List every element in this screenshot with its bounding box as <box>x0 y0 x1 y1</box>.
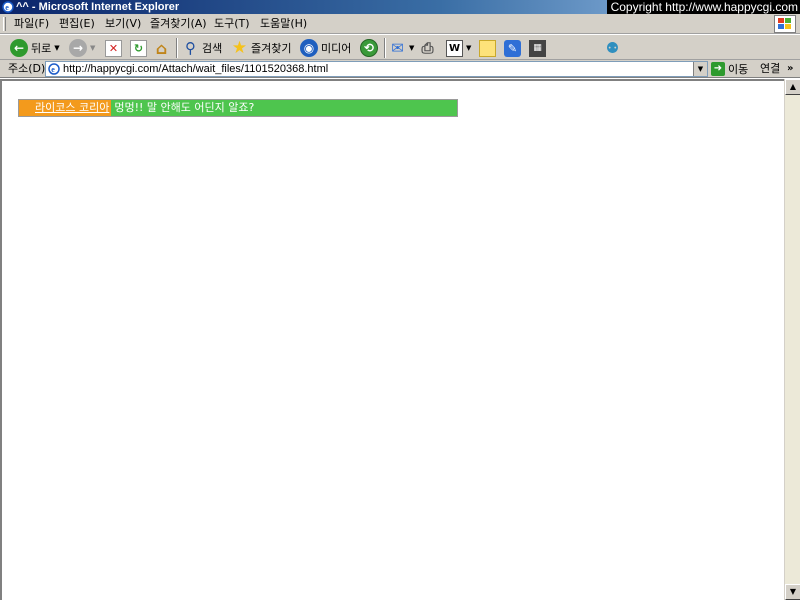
home-icon: ⌂ <box>155 38 168 58</box>
stop-icon: ✕ <box>105 39 122 57</box>
menu-favorites[interactable]: 즐겨찾기(A) <box>147 16 210 32</box>
copyright-overlay: Copyright http://www.happycgi.com <box>606 0 800 14</box>
address-dropdown-icon[interactable]: ▼ <box>693 62 707 76</box>
windows-logo-icon <box>774 15 796 33</box>
search-icon: ⚲ <box>185 39 196 57</box>
svg-text:e: e <box>5 3 9 12</box>
history-button[interactable]: ⟲ <box>360 37 378 59</box>
refresh-button[interactable]: ↻ <box>130 37 147 59</box>
links-more-icon[interactable]: » <box>787 61 793 77</box>
address-url[interactable]: http://happycgi.com/Attach/wait_files/11… <box>63 62 328 76</box>
media-button[interactable]: ◉ 미디어 <box>300 37 351 59</box>
menu-edit[interactable]: 편집(E) <box>56 16 98 32</box>
media-icon: ◉ <box>300 39 318 57</box>
note-icon <box>479 39 496 57</box>
favorites-label: 즐겨찾기 <box>251 42 292 55</box>
window-title: ^^ - Microsoft Internet Explorer <box>16 1 180 13</box>
scroll-down-icon[interactable]: ▼ <box>785 584 800 600</box>
search-label: 검색 <box>202 42 223 55</box>
standard-toolbar: ← 뒤로 ▼ → ▼ ✕ ↻ ⌂ ⚲ 검색 ★ 즐겨찾기 ◉ 미디어 ⟲ ✉ ▼… <box>0 34 800 60</box>
edit-dropdown-icon[interactable]: ▼ <box>466 44 471 52</box>
menu-help[interactable]: 도움말(H) <box>257 16 310 32</box>
lycos-korea-link[interactable]: 라이코스 코리아 <box>19 100 112 116</box>
messenger-icon: ✎ <box>504 39 521 57</box>
edit-button[interactable]: W ▼ <box>446 37 471 59</box>
notice-banner: 라이코스 코리아 멍멍!! 말 안해도 어딘지 알죠? <box>18 99 458 117</box>
mail-dropdown-icon[interactable]: ▼ <box>409 44 414 52</box>
address-label: 주소(D) <box>8 62 46 75</box>
toolbar-separator <box>176 38 178 58</box>
ie-logo-icon: e <box>2 1 14 13</box>
msn-people-icon: ⚉ <box>605 39 620 57</box>
search-button[interactable]: ⚲ 검색 <box>182 37 222 59</box>
stop-button[interactable]: ✕ <box>105 37 122 59</box>
back-label: 뒤로 <box>31 42 52 55</box>
favorites-button[interactable]: ★ 즐겨찾기 <box>231 37 292 59</box>
menu-file[interactable]: 파일(F) <box>11 16 52 32</box>
menu-tools[interactable]: 도구(T) <box>211 16 253 32</box>
refresh-icon: ↻ <box>130 39 147 57</box>
home-button[interactable]: ⌂ <box>153 37 170 59</box>
back-button[interactable]: ← 뒤로 ▼ <box>10 37 60 59</box>
mail-icon: ✉ <box>391 39 404 57</box>
printer-icon: ⎙ <box>421 39 434 57</box>
svg-text:e: e <box>51 65 55 74</box>
forward-button[interactable]: → ▼ <box>69 37 95 59</box>
research-button[interactable]: ▦ <box>529 37 546 59</box>
favorites-star-icon: ★ <box>231 38 248 58</box>
scroll-up-icon[interactable]: ▲ <box>785 79 800 95</box>
go-arrow-icon: ➜ <box>711 62 725 76</box>
mail-button[interactable]: ✉ ▼ <box>389 37 414 59</box>
media-label: 미디어 <box>321 42 352 55</box>
research-icon: ▦ <box>529 39 546 57</box>
back-dropdown-icon[interactable]: ▼ <box>54 44 59 52</box>
forward-dropdown-icon[interactable]: ▼ <box>90 44 95 52</box>
menu-view[interactable]: 보기(V) <box>102 16 144 32</box>
word-edit-icon: W <box>446 39 463 57</box>
links-button[interactable]: 연결 <box>760 61 780 77</box>
page-content: 라이코스 코리아 멍멍!! 말 안해도 어딘지 알죠? <box>0 79 784 600</box>
discuss-button[interactable] <box>479 37 496 59</box>
menu-grip[interactable] <box>3 17 6 31</box>
address-input[interactable]: e http://happycgi.com/Attach/wait_files/… <box>45 61 708 77</box>
go-button[interactable]: ➜ 이동 <box>711 61 748 77</box>
notice-message: 멍멍!! 말 안해도 어딘지 알죠? <box>114 101 255 114</box>
title-bar: e ^^ - Microsoft Internet Explorer Copyr… <box>0 0 800 14</box>
back-arrow-icon: ← <box>10 39 28 57</box>
page-ie-icon: e <box>48 63 60 75</box>
address-bar: 주소(D) e http://happycgi.com/Attach/wait_… <box>0 60 800 78</box>
vertical-scrollbar[interactable]: ▲ ▼ <box>784 79 800 600</box>
menu-bar: 파일(F) 편집(E) 보기(V) 즐겨찾기(A) 도구(T) 도움말(H) <box>0 14 800 34</box>
history-icon: ⟲ <box>360 39 378 57</box>
msn-button[interactable]: ⚉ <box>604 37 621 59</box>
toolbar-separator <box>384 38 386 58</box>
print-button[interactable]: ⎙ <box>419 37 436 59</box>
forward-arrow-icon: → <box>69 39 87 57</box>
messenger-button[interactable]: ✎ <box>504 37 521 59</box>
go-label: 이동 <box>728 63 749 76</box>
